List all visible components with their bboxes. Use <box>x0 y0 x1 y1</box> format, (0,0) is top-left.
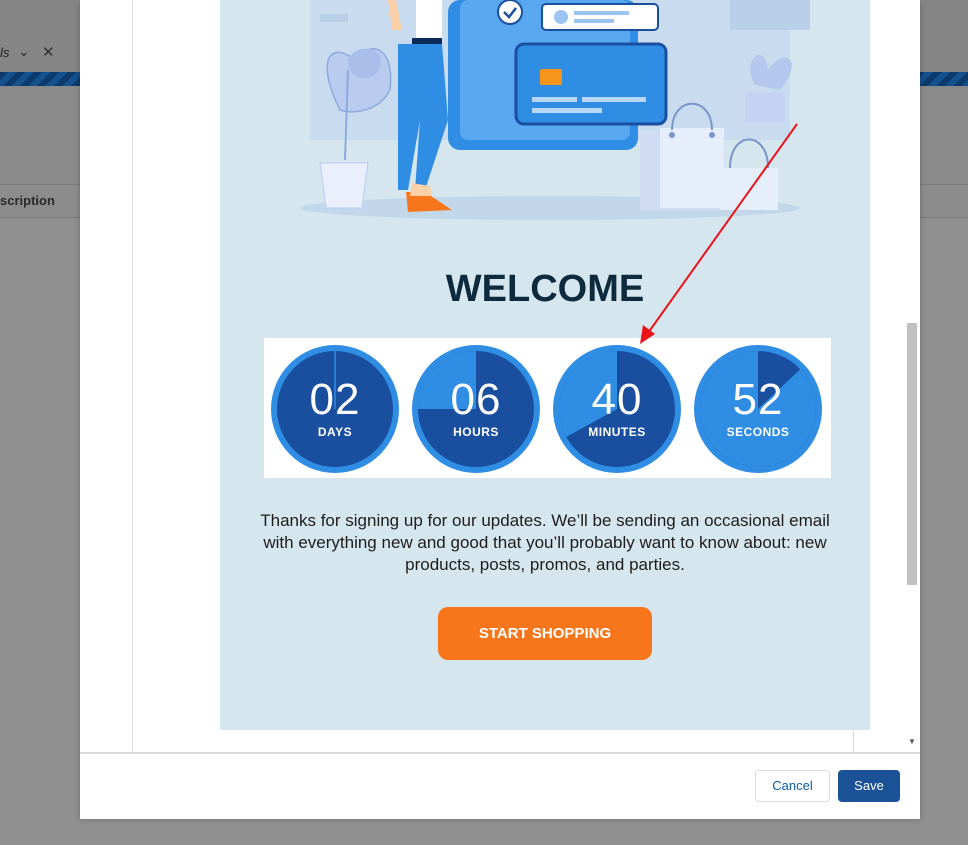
countdown-seconds: 52 SECONDS <box>692 343 824 475</box>
countdown-minutes-value: 40 <box>591 375 643 424</box>
save-button[interactable]: Save <box>838 770 900 802</box>
scroll-down-arrow-icon[interactable]: ▼ <box>907 736 917 748</box>
countdown-minutes-label: MINUTES <box>588 425 646 439</box>
background-tab-label: ls <box>0 45 10 60</box>
countdown-hours-label: HOURS <box>453 425 499 439</box>
modal-footer: Cancel Save <box>80 752 920 819</box>
modal-body: WELCOME 02 DAYS 06 HOURS 40 MINUTES 52 S… <box>80 0 920 752</box>
countdown-seconds-label: SECONDS <box>726 425 790 439</box>
email-heading: WELCOME <box>445 268 645 310</box>
cancel-button[interactable]: Cancel <box>755 770 830 802</box>
scrollbar-thumb[interactable] <box>907 323 917 585</box>
countdown-timer: 02 DAYS 06 HOURS 40 MINUTES 52 SECONDS <box>264 338 831 478</box>
chevron-down-icon: ⌄ <box>18 43 30 59</box>
countdown-hours-value: 06 <box>450 375 502 424</box>
countdown-minutes: 40 MINUTES <box>551 343 683 475</box>
email-preview-frame: WELCOME 02 DAYS 06 HOURS 40 MINUTES 52 S… <box>132 0 870 752</box>
countdown-seconds-value: 52 <box>732 375 784 424</box>
background-column-label: scription <box>0 193 55 208</box>
email-preview-modal: WELCOME 02 DAYS 06 HOURS 40 MINUTES 52 S… <box>80 0 920 819</box>
shopping-illustration <box>300 0 810 220</box>
countdown-days: 02 DAYS <box>269 343 401 475</box>
countdown-hours: 06 HOURS <box>410 343 542 475</box>
close-icon: ✕ <box>42 44 55 61</box>
countdown-days-label: DAYS <box>317 425 353 439</box>
email-body-text: Thanks for signing up for our updates. W… <box>260 511 830 574</box>
countdown-days-value: 02 <box>309 375 361 424</box>
email-content: WELCOME 02 DAYS 06 HOURS 40 MINUTES 52 S… <box>220 0 870 730</box>
start-shopping-button[interactable]: START SHOPPING <box>438 607 652 660</box>
